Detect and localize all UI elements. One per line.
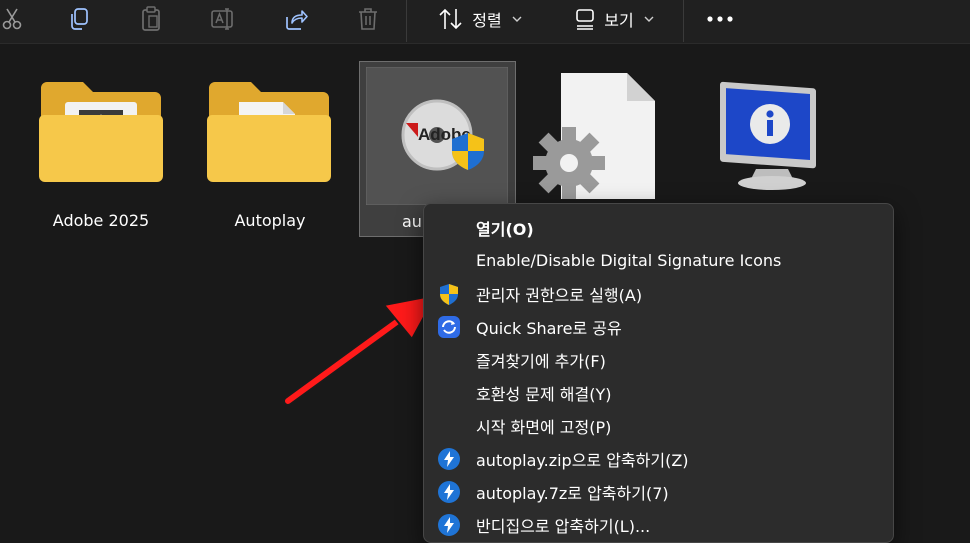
menu-item-label: 반디집으로 압축하기(L)...: [476, 516, 651, 536]
copy-button[interactable]: [66, 5, 92, 33]
toolbar-separator: [406, 0, 407, 42]
delete-button[interactable]: [355, 5, 381, 33]
menu-item-compress-zip[interactable]: autoplay.zip으로 압축하기(Z): [424, 442, 893, 475]
menu-item-troubleshoot-compat[interactable]: 호환성 문제 해결(Y): [424, 376, 893, 409]
more-icon: [707, 16, 733, 22]
menu-item-digital-signature[interactable]: Enable/Disable Digital Signature Icons: [424, 244, 893, 277]
file-name: au: [402, 212, 422, 231]
sort-button[interactable]: 정렬: [430, 5, 530, 33]
red-pointer-arrow: [283, 294, 437, 406]
chevron-down-icon: [512, 16, 522, 22]
sort-icon: [439, 8, 462, 30]
sort-label: 정렬: [472, 11, 502, 30]
menu-item-label: 시작 화면에 고정(P): [476, 417, 612, 437]
share-button[interactable]: [282, 5, 310, 33]
menu-item-open[interactable]: 열기(O): [424, 211, 893, 244]
bandizip-icon: [438, 448, 460, 470]
cut-button[interactable]: [0, 5, 24, 33]
menu-item-compress-7z[interactable]: autoplay.7z로 압축하기(7): [424, 475, 893, 508]
paste-icon: [142, 6, 160, 31]
paste-button[interactable]: [138, 5, 164, 33]
bandizip-icon: [438, 481, 460, 503]
info-file-icon: [720, 81, 816, 190]
settings-file-icon: [533, 73, 655, 199]
cut-icon: [2, 8, 22, 30]
menu-item-pin-to-start[interactable]: 시작 화면에 고정(P): [424, 409, 893, 442]
view-label: 보기: [604, 11, 634, 30]
command-bar: 정렬 보기: [0, 0, 970, 44]
file-item-adobe-2025[interactable]: Adobe 2025: [22, 45, 180, 240]
menu-item-compress-bandizip[interactable]: 반디집으로 압축하기(L)...: [424, 508, 893, 541]
rename-button[interactable]: [209, 5, 237, 33]
more-button[interactable]: [704, 5, 736, 33]
menu-item-add-favorites[interactable]: 즐겨찾기에 추가(F): [424, 343, 893, 376]
view-button[interactable]: 보기: [566, 5, 662, 33]
chevron-down-icon: [644, 16, 654, 22]
context-menu: 열기(O) Enable/Disable Digital Signature I…: [423, 203, 894, 543]
menu-item-label: 호환성 문제 해결(Y): [476, 384, 612, 404]
quick-share-icon: [438, 316, 460, 338]
menu-item-label: autoplay.zip으로 압축하기(Z): [476, 450, 689, 470]
copy-icon: [71, 8, 88, 30]
bandizip-icon: [438, 514, 460, 536]
file-item-autoplay-folder[interactable]: Autoplay: [191, 45, 349, 240]
toolbar-separator: [683, 0, 684, 42]
share-icon: [286, 10, 308, 30]
menu-item-label: 관리자 권한으로 실행(A): [476, 285, 643, 305]
menu-item-label: 즐겨찾기에 추가(F): [476, 351, 606, 371]
file-name: Adobe 2025: [52, 211, 150, 230]
file-name: Autoplay: [234, 211, 306, 230]
rename-icon: [211, 8, 233, 30]
menu-item-label: Quick Share로 공유: [476, 318, 622, 338]
uac-shield-icon: [440, 284, 458, 305]
folder-icon: [207, 82, 331, 182]
delete-icon: [359, 8, 377, 30]
exe-thumbnail-icon: Adobe: [366, 67, 508, 205]
view-icon: [576, 9, 595, 30]
menu-item-label: Enable/Disable Digital Signature Icons: [476, 251, 782, 270]
menu-item-label: 열기(O): [476, 219, 534, 239]
folder-icon: [39, 82, 163, 182]
menu-item-quick-share[interactable]: Quick Share로 공유: [424, 310, 893, 343]
menu-item-label: autoplay.7z로 압축하기(7): [476, 483, 669, 503]
menu-item-run-as-admin[interactable]: 관리자 권한으로 실행(A): [424, 277, 893, 310]
